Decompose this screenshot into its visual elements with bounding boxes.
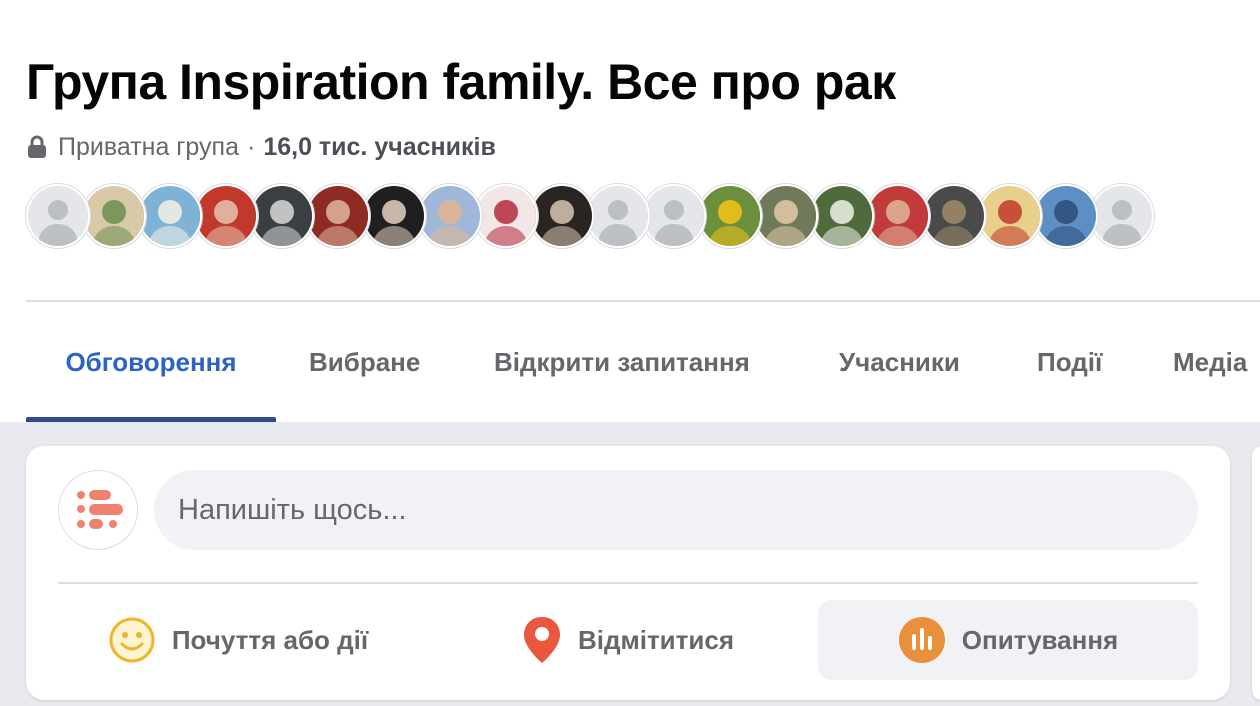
tab-open-questions[interactable]: Відкрити запитання [494, 330, 750, 422]
tab-events[interactable]: Події [1037, 330, 1102, 422]
lock-icon [28, 135, 46, 158]
privacy-label: Приватна група [58, 133, 239, 161]
default-profile-icon [588, 186, 648, 246]
tab-media[interactable]: Медіа [1173, 330, 1247, 422]
member-avatar[interactable] [1034, 184, 1098, 248]
profile-photo [476, 186, 536, 246]
feeling-activity-button[interactable]: Почуття або дії [58, 600, 418, 680]
member-avatar[interactable] [642, 184, 706, 248]
profile-photo [924, 186, 984, 246]
page-avatar[interactable] [58, 470, 138, 550]
member-avatar[interactable] [26, 184, 90, 248]
member-avatar[interactable] [922, 184, 986, 248]
feeling-activity-label: Почуття або дії [171, 624, 369, 655]
member-avatar[interactable] [978, 184, 1042, 248]
profile-photo [756, 186, 816, 246]
profile-photo [196, 186, 256, 246]
next-card-edge [1252, 446, 1260, 700]
member-avatar[interactable] [586, 184, 650, 248]
meta-separator: · [246, 133, 256, 161]
tab-featured[interactable]: Вибране [309, 330, 420, 422]
tab-members[interactable]: Учасники [839, 330, 960, 422]
profile-photo [532, 186, 592, 246]
member-avatar[interactable] [866, 184, 930, 248]
profile-photo [252, 186, 312, 246]
brand-logo-icon [77, 490, 123, 529]
group-header: Група Inspiration family. Все про рак Пр… [0, 0, 1260, 422]
profile-photo [812, 186, 872, 246]
member-avatar[interactable] [474, 184, 538, 248]
profile-photo [364, 186, 424, 246]
post-composer: Почуття або дії Відмітитися Опитування [26, 446, 1230, 700]
member-avatar[interactable] [362, 184, 426, 248]
member-avatar[interactable] [754, 184, 818, 248]
profile-photo [140, 186, 200, 246]
profile-photo [980, 186, 1040, 246]
member-avatar[interactable] [306, 184, 370, 248]
profile-photo [84, 186, 144, 246]
member-avatar[interactable] [250, 184, 314, 248]
location-pin-icon [522, 615, 562, 665]
default-profile-icon [28, 186, 88, 246]
check-in-button[interactable]: Відмітитися [438, 600, 818, 680]
member-avatar[interactable] [530, 184, 594, 248]
group-meta: Приватна група · 16,0 тис. учасників [26, 130, 496, 164]
post-input[interactable] [154, 470, 1198, 550]
default-profile-icon [644, 186, 704, 246]
profile-photo [700, 186, 760, 246]
profile-photo [868, 186, 928, 246]
tab-discussion[interactable]: Обговорення [26, 330, 276, 422]
default-profile-icon [1092, 186, 1152, 246]
members-count-link[interactable]: 16,0 тис. учасників [263, 130, 496, 164]
poll-icon [898, 616, 946, 664]
profile-photo [1036, 186, 1096, 246]
group-title: Група Inspiration family. Все про рак [26, 54, 896, 110]
header-divider [26, 300, 1260, 302]
profile-photo [420, 186, 480, 246]
member-avatar[interactable] [194, 184, 258, 248]
member-avatar[interactable] [810, 184, 874, 248]
profile-photo [308, 186, 368, 246]
member-avatar[interactable] [418, 184, 482, 248]
member-avatar[interactable] [82, 184, 146, 248]
member-avatar[interactable] [138, 184, 202, 248]
member-avatar[interactable] [1090, 184, 1154, 248]
poll-label: Опитування [961, 624, 1119, 655]
member-avatar[interactable] [698, 184, 762, 248]
poll-button[interactable]: Опитування [818, 600, 1198, 680]
check-in-label: Відмітитися [577, 624, 735, 655]
composer-divider [58, 582, 1198, 584]
smiley-icon [108, 616, 156, 664]
